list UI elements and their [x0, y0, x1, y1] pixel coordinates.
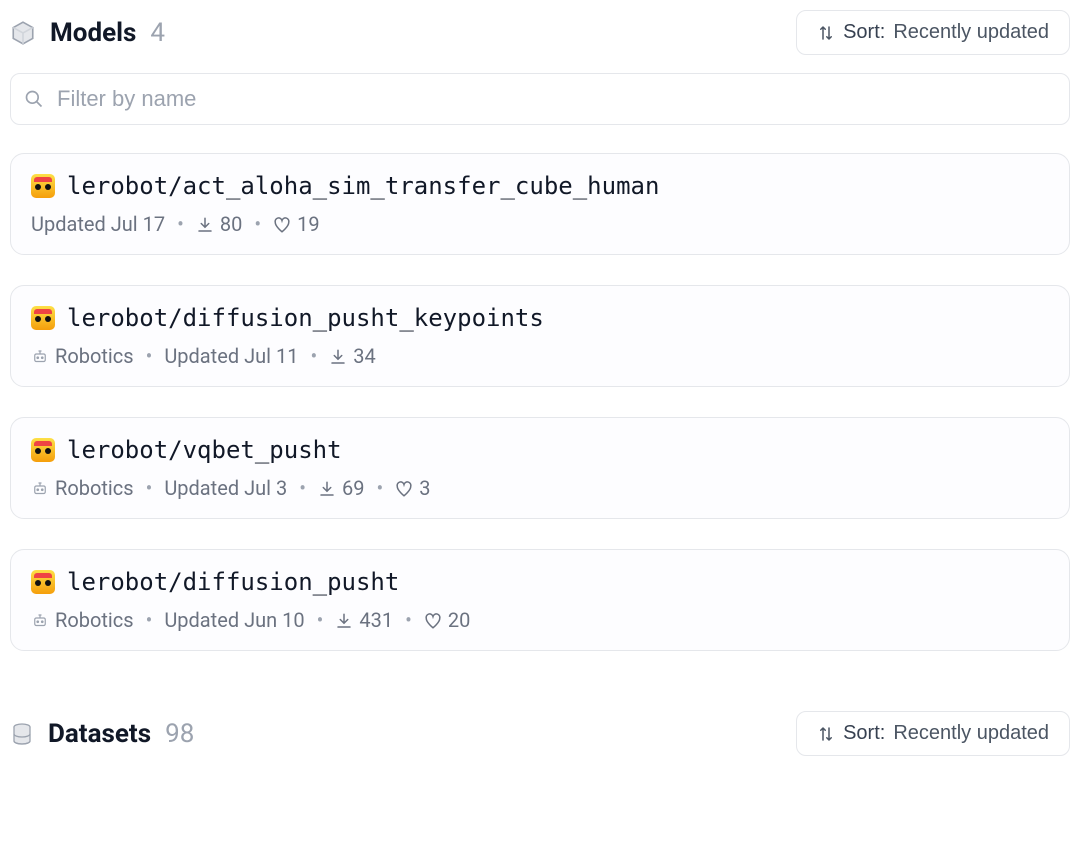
sort-label: Sort:: [843, 722, 885, 745]
models-title: Models: [50, 18, 136, 48]
download-icon: [335, 611, 353, 629]
sort-label: Sort:: [843, 21, 885, 44]
datasets-title: Datasets: [48, 719, 151, 749]
separator-dot: •: [299, 476, 306, 500]
search-icon: [24, 89, 44, 109]
downloads: 431: [335, 608, 393, 632]
separator-dot: •: [146, 608, 153, 632]
heart-icon: [273, 215, 291, 233]
repo-avatar-icon: [31, 570, 55, 594]
meta-row: Robotics • Updated Jul 11 • 34: [31, 344, 1049, 368]
sort-value: Recently updated: [893, 21, 1049, 44]
filter-input[interactable]: [10, 73, 1070, 125]
likes-count: 19: [297, 212, 319, 236]
category-tag: Robotics: [31, 476, 134, 500]
separator-dot: •: [146, 344, 153, 368]
downloads-count: 34: [353, 344, 375, 368]
sort-icon: [817, 24, 835, 42]
card-title-row: lerobot/vqbet_pusht: [31, 436, 1049, 464]
separator-dot: •: [405, 608, 412, 632]
heart-icon: [424, 611, 442, 629]
category-label: Robotics: [55, 476, 134, 500]
downloads-count: 431: [359, 608, 393, 632]
repo-name[interactable]: lerobot/diffusion_pusht_keypoints: [67, 304, 544, 332]
repo-name[interactable]: lerobot/vqbet_pusht: [67, 436, 342, 464]
likes: 19: [273, 212, 319, 236]
download-icon: [196, 215, 214, 233]
category-label: Robotics: [55, 608, 134, 632]
sort-value: Recently updated: [893, 722, 1049, 745]
repo-name[interactable]: lerobot/act_aloha_sim_transfer_cube_huma…: [67, 172, 659, 200]
category-label: Robotics: [55, 344, 134, 368]
sort-button-datasets[interactable]: Sort: Recently updated: [796, 711, 1070, 756]
category-tag: Robotics: [31, 608, 134, 632]
repo-avatar-icon: [31, 174, 55, 198]
card-title-row: lerobot/diffusion_pusht: [31, 568, 1049, 596]
likes-count: 20: [448, 608, 470, 632]
separator-dot: •: [376, 476, 383, 500]
separator-dot: •: [177, 212, 184, 236]
heart-icon: [395, 479, 413, 497]
meta-row: Robotics • Updated Jul 3 • 69 • 3: [31, 476, 1049, 500]
card-title-row: lerobot/diffusion_pusht_keypoints: [31, 304, 1049, 332]
models-header: Models 4 Sort: Recently updated: [10, 10, 1070, 55]
datasets-count: 98: [165, 719, 194, 749]
meta-row: Robotics • Updated Jun 10 • 431 • 20: [31, 608, 1049, 632]
repo-avatar-icon: [31, 306, 55, 330]
robot-icon: [31, 479, 49, 497]
repo-avatar-icon: [31, 438, 55, 462]
models-list: lerobot/act_aloha_sim_transfer_cube_huma…: [10, 153, 1070, 651]
download-icon: [329, 347, 347, 365]
sort-button-models[interactable]: Sort: Recently updated: [796, 10, 1070, 55]
updated-label: Updated Jul 11: [164, 344, 298, 368]
models-count: 4: [150, 18, 165, 48]
downloads: 34: [329, 344, 375, 368]
database-icon: [10, 722, 34, 746]
model-card[interactable]: lerobot/vqbet_pusht Robotics • Updated Jul …: [10, 417, 1070, 519]
model-card[interactable]: lerobot/diffusion_pusht_keypoints Robotic…: [10, 285, 1070, 387]
separator-dot: •: [310, 344, 317, 368]
datasets-header-left: Datasets 98: [10, 719, 194, 749]
updated-label: Updated Jun 10: [164, 608, 304, 632]
datasets-header: Datasets 98 Sort: Recently updated: [10, 711, 1070, 756]
downloads: 69: [318, 476, 364, 500]
likes-count: 3: [419, 476, 430, 500]
card-title-row: lerobot/act_aloha_sim_transfer_cube_huma…: [31, 172, 1049, 200]
separator-dot: •: [254, 212, 261, 236]
meta-row: Updated Jul 17 • 80 • 19: [31, 212, 1049, 236]
filter-wrap: [10, 73, 1070, 125]
cube-icon: [10, 20, 36, 46]
models-header-left: Models 4: [10, 18, 165, 48]
downloads-count: 80: [220, 212, 242, 236]
robot-icon: [31, 347, 49, 365]
updated-label: Updated Jul 17: [31, 212, 165, 236]
category-tag: Robotics: [31, 344, 134, 368]
download-icon: [318, 479, 336, 497]
downloads: 80: [196, 212, 242, 236]
separator-dot: •: [317, 608, 324, 632]
downloads-count: 69: [342, 476, 364, 500]
likes: 3: [395, 476, 430, 500]
separator-dot: •: [146, 476, 153, 500]
repo-name[interactable]: lerobot/diffusion_pusht: [67, 568, 399, 596]
robot-icon: [31, 611, 49, 629]
sort-icon: [817, 725, 835, 743]
model-card[interactable]: lerobot/act_aloha_sim_transfer_cube_huma…: [10, 153, 1070, 255]
updated-label: Updated Jul 3: [164, 476, 287, 500]
model-card[interactable]: lerobot/diffusion_pusht Robotics • Updated …: [10, 549, 1070, 651]
likes: 20: [424, 608, 470, 632]
